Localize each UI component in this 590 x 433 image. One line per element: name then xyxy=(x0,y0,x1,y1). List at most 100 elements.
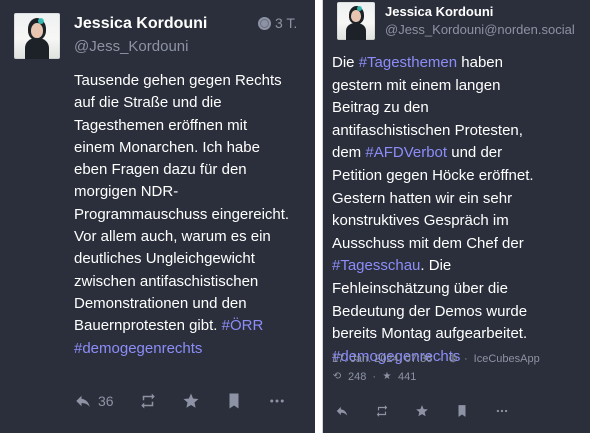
post-text-fragment: Ausschuss mit dem Chef der xyxy=(332,234,524,252)
post-date: 17. Jan. 2024, 07:36 xyxy=(332,353,433,365)
relative-time: 3 T. xyxy=(275,15,298,31)
post-text-fragment: konstruktives Gespräch im xyxy=(332,212,509,230)
post-text-line: Tagesthemen eröffnen mit xyxy=(74,115,309,137)
bookmark-button[interactable] xyxy=(225,392,243,410)
post-text-fragment: Vor allem auch, warum es ein xyxy=(74,228,271,246)
post-text-fragment: und der xyxy=(447,144,503,162)
post-text-line: gestern mit einem langen xyxy=(332,75,587,98)
post-text-fragment: gestern mit einem langen xyxy=(332,76,501,94)
separator-dot: · xyxy=(372,371,377,383)
post-text-fragment: Die xyxy=(332,54,359,71)
post-text-line: deutliches Ungleichgewicht xyxy=(74,248,309,270)
hashtag-link[interactable]: #ÖRR xyxy=(222,317,264,334)
post-text-line: Bedeutung der Demos wurde xyxy=(332,301,587,324)
right-post-card: Jessica Kordouni @Jess_Kordouni@norden.s… xyxy=(322,0,590,433)
more-button[interactable] xyxy=(268,392,286,410)
display-name[interactable]: Jessica Kordouni xyxy=(385,4,493,19)
bookmark-icon xyxy=(455,404,469,418)
post-text-fragment: auf die Straße und die xyxy=(74,94,222,112)
favorite-button[interactable] xyxy=(415,404,429,418)
hashtag-link[interactable]: #demogegenrechts xyxy=(74,340,202,357)
post-text-line: Fehleinschätzung über die xyxy=(332,278,587,301)
post-text-fragment: Beitrag zu den xyxy=(332,99,429,117)
post-text-line: eben Fragen dazu für den xyxy=(74,159,309,181)
post-text-line: #demogegenrechts xyxy=(74,338,309,360)
post-text-line: konstruktives Gespräch im xyxy=(332,210,587,233)
globe-icon: ◍ xyxy=(448,353,458,364)
avatar-accent xyxy=(38,18,44,24)
post-actions: 36 xyxy=(74,392,286,410)
boost-button[interactable] xyxy=(375,404,389,418)
post-actions xyxy=(335,404,509,418)
post-text-fragment: deutliches Ungleichgewicht xyxy=(74,250,255,268)
post-text-fragment: morgigen NDR- xyxy=(74,183,179,201)
post-text-line: bereits Montag aufgearbeitet. xyxy=(332,323,587,346)
post-meta: 17. Jan. 2024, 07:36 · ◍ · IceCubesApp ⟲… xyxy=(332,352,540,384)
post-text-line: Petition gegen Höcke eröffnet. xyxy=(332,165,587,188)
avatar-body xyxy=(346,23,366,40)
post-text-fragment: haben xyxy=(457,54,503,71)
avatar-body xyxy=(25,38,49,59)
account-handle[interactable]: @Jess_Kordouni xyxy=(74,38,188,55)
avatar[interactable] xyxy=(337,2,375,40)
hashtag-link[interactable]: #Tagesthemen xyxy=(359,54,457,71)
post-text-fragment: Tausende gehen gegen Rechts xyxy=(74,72,282,89)
post-text-fragment: eben Fragen dazu für den xyxy=(74,161,247,179)
reply-button[interactable] xyxy=(335,404,349,418)
post-text-fragment: Tagesthemen eröffnen mit xyxy=(74,116,248,134)
display-name[interactable]: Jessica Kordouni xyxy=(74,15,207,33)
reply-icon xyxy=(335,404,349,418)
separator-dot: · xyxy=(438,353,442,365)
post-text-fragment: Petition gegen Höcke eröffnet. xyxy=(332,166,534,184)
boost-icon: ⟲ xyxy=(332,371,342,382)
post-text-line: Bauernprotesten gibt. #ÖRR xyxy=(74,315,309,337)
post-content: Die #Tagesthemen haben gestern mit einem … xyxy=(332,52,587,368)
hashtag-link[interactable]: #AFDVerbot xyxy=(365,144,447,161)
bookmark-button[interactable] xyxy=(455,404,469,418)
post-text-fragment: Fehleinschätzung über die xyxy=(332,279,508,297)
boost-icon xyxy=(139,392,157,410)
separator-dot: · xyxy=(463,353,468,365)
reply-count: 36 xyxy=(98,393,114,409)
favorite-button[interactable] xyxy=(182,392,200,410)
post-text-fragment: Bauernprotesten gibt. xyxy=(74,317,222,335)
post-text-line: zwischen antifaschistischen xyxy=(74,271,309,293)
post-text-fragment: dem xyxy=(332,144,366,162)
avatar[interactable] xyxy=(14,13,60,59)
star-icon: ★ xyxy=(382,371,392,382)
post-time-group: 3 T. xyxy=(258,15,297,31)
post-text-line: antifaschistischen Protesten, xyxy=(332,120,587,143)
post-text-fragment: Gestern hatten wir ein sehr xyxy=(332,189,513,207)
client-name: IceCubesApp xyxy=(473,353,540,365)
post-text-line: Die #Tagesthemen haben xyxy=(332,52,587,75)
post-text-line: Beitrag zu den xyxy=(332,97,587,120)
post-text-fragment: bereits Montag aufgearbeitet. xyxy=(332,325,528,343)
avatar-accent xyxy=(357,6,362,11)
post-text-line: einem Monarchen. Ich habe xyxy=(74,137,309,159)
more-icon xyxy=(495,404,509,418)
post-text-fragment: antifaschistischen Protesten, xyxy=(332,121,523,139)
globe-icon xyxy=(258,16,271,30)
avatar-face xyxy=(351,10,361,22)
post-text-line: auf die Straße und die xyxy=(74,92,309,114)
hashtag-link[interactable]: #Tagesschau xyxy=(332,257,420,274)
post-text-line: dem #AFDVerbot und der xyxy=(332,142,587,165)
post-text-line: morgigen NDR- xyxy=(74,181,309,203)
post-text-line: Vor allem auch, warum es ein xyxy=(74,226,309,248)
post-text-fragment: Bedeutung der Demos wurde xyxy=(332,302,528,320)
post-text-line: Gestern hatten wir ein sehr xyxy=(332,188,587,211)
star-icon xyxy=(182,392,200,410)
timestamp-row: 17. Jan. 2024, 07:36 · ◍ · IceCubesApp xyxy=(332,352,540,366)
reply-button[interactable]: 36 xyxy=(74,392,114,410)
more-button[interactable] xyxy=(495,404,509,418)
boost-button[interactable] xyxy=(139,392,157,410)
account-handle[interactable]: @Jess_Kordouni@norden.social xyxy=(385,22,575,37)
favorite-count: 441 xyxy=(398,371,417,383)
post-text-fragment: Programmauschuss eingereicht. xyxy=(74,205,290,223)
post-text-fragment: . Die xyxy=(420,257,452,275)
post-text-fragment: zwischen antifaschistischen xyxy=(74,272,259,290)
post-text-fragment: einem Monarchen. Ich habe xyxy=(74,138,260,156)
star-icon xyxy=(415,404,429,418)
post-text-line: Tausende gehen gegen Rechts xyxy=(74,70,309,92)
avatar-face xyxy=(31,23,43,38)
